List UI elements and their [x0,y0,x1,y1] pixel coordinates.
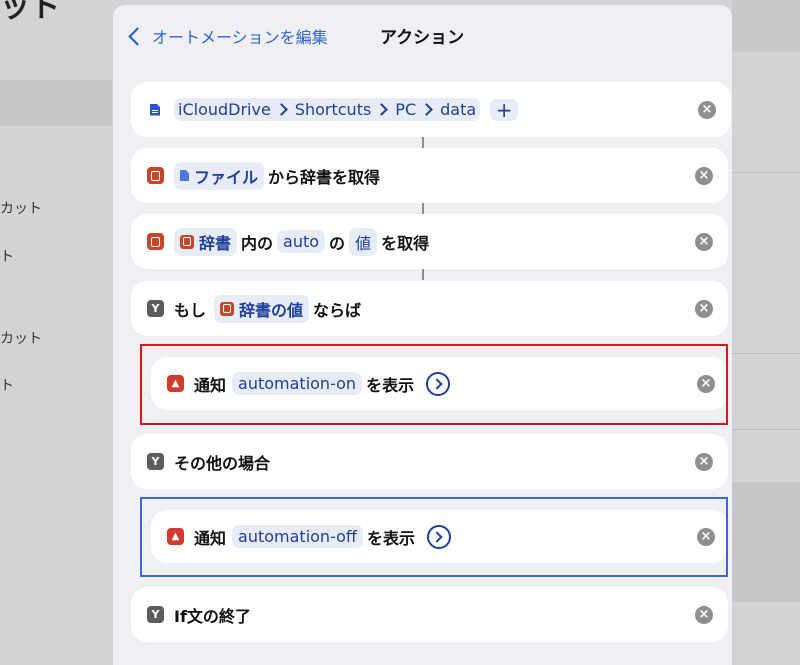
document-icon [180,170,189,181]
dictionary-token-label: 辞書 [199,233,232,253]
dictionary-icon [147,167,164,184]
dictionary-token[interactable]: 辞書 [174,227,238,256]
background-item: カット [0,201,42,217]
variable-token-label: 辞書の値 [239,300,304,320]
action-card-get-value[interactable]: 辞書 内の auto の 値 を取得 × [131,214,728,269]
remove-action-button[interactable]: × [698,100,716,119]
back-button[interactable]: オートメーションを編集 [125,23,328,49]
key-token[interactable]: auto [277,230,326,253]
path-segment: Shortcuts [294,100,372,119]
remove-action-button[interactable]: × [695,452,713,471]
branch-icon: Y [147,606,164,623]
document-icon [150,103,160,116]
branch-icon: Y [147,453,164,470]
action-card-if[interactable]: Y もし 辞書の値 ならば × [131,281,728,336]
background-band [0,80,112,126]
value-token[interactable]: 値 [349,227,378,256]
action-text: から辞書を取得 [268,167,381,187]
action-text: ならば [313,300,362,320]
background-item: カット [0,331,42,347]
background-item: ト [0,378,14,394]
path-segment: iCloudDrive [178,100,271,119]
chevron-right-icon [274,103,288,116]
remove-action-button[interactable]: × [695,166,713,185]
remove-action-button[interactable]: × [695,605,713,624]
action-text: If文の終了 [174,606,251,626]
background-panel [732,0,800,52]
back-label: オートメーションを編集 [152,28,328,47]
dictionary-icon [220,301,235,316]
remove-action-button[interactable]: × [695,232,713,251]
branch-icon: Y [147,300,164,317]
action-card-otherwise[interactable]: Y その他の場合 × [131,434,728,489]
background-item: ト [0,249,14,265]
action-text: その他の場合 [174,453,271,473]
background-title: ット [0,0,60,25]
action-text: の [329,233,346,253]
navigation-bar: オートメーションを編集 アクション [113,5,732,65]
action-text: を取得 [381,233,430,253]
highlight-box-red [140,344,728,425]
background-divider [732,429,800,430]
file-token-label: ファイル [194,167,259,187]
action-text: もし [174,300,207,320]
path-segment: PC [395,100,417,119]
remove-action-button[interactable]: × [695,299,713,318]
variable-token[interactable]: 辞書の値 [214,294,310,323]
background-panel [732,482,800,602]
path-segment: data [440,100,477,119]
path-token[interactable]: iCloudDrive Shortcuts PC data [174,98,481,121]
background-divider [732,353,800,354]
highlight-box-blue [140,497,728,577]
dictionary-icon [147,233,164,250]
background-divider [732,172,800,173]
chevron-left-icon [128,26,147,46]
page-title: アクション [380,28,465,48]
add-path-button[interactable]: + [490,98,519,122]
action-text: 内の [241,233,274,253]
dictionary-icon [180,234,194,249]
flow-connector [422,268,424,280]
action-card-path[interactable]: iCloudDrive Shortcuts PC data + × [131,82,731,137]
file-token[interactable]: ファイル [174,161,265,190]
action-card-end-if[interactable]: Y If文の終了 × [131,587,728,642]
chevron-right-icon [420,103,433,116]
flow-connector [422,202,424,214]
action-card-get-dictionary[interactable]: ファイル から辞書を取得 × [131,148,728,203]
chevron-right-icon [375,103,389,116]
